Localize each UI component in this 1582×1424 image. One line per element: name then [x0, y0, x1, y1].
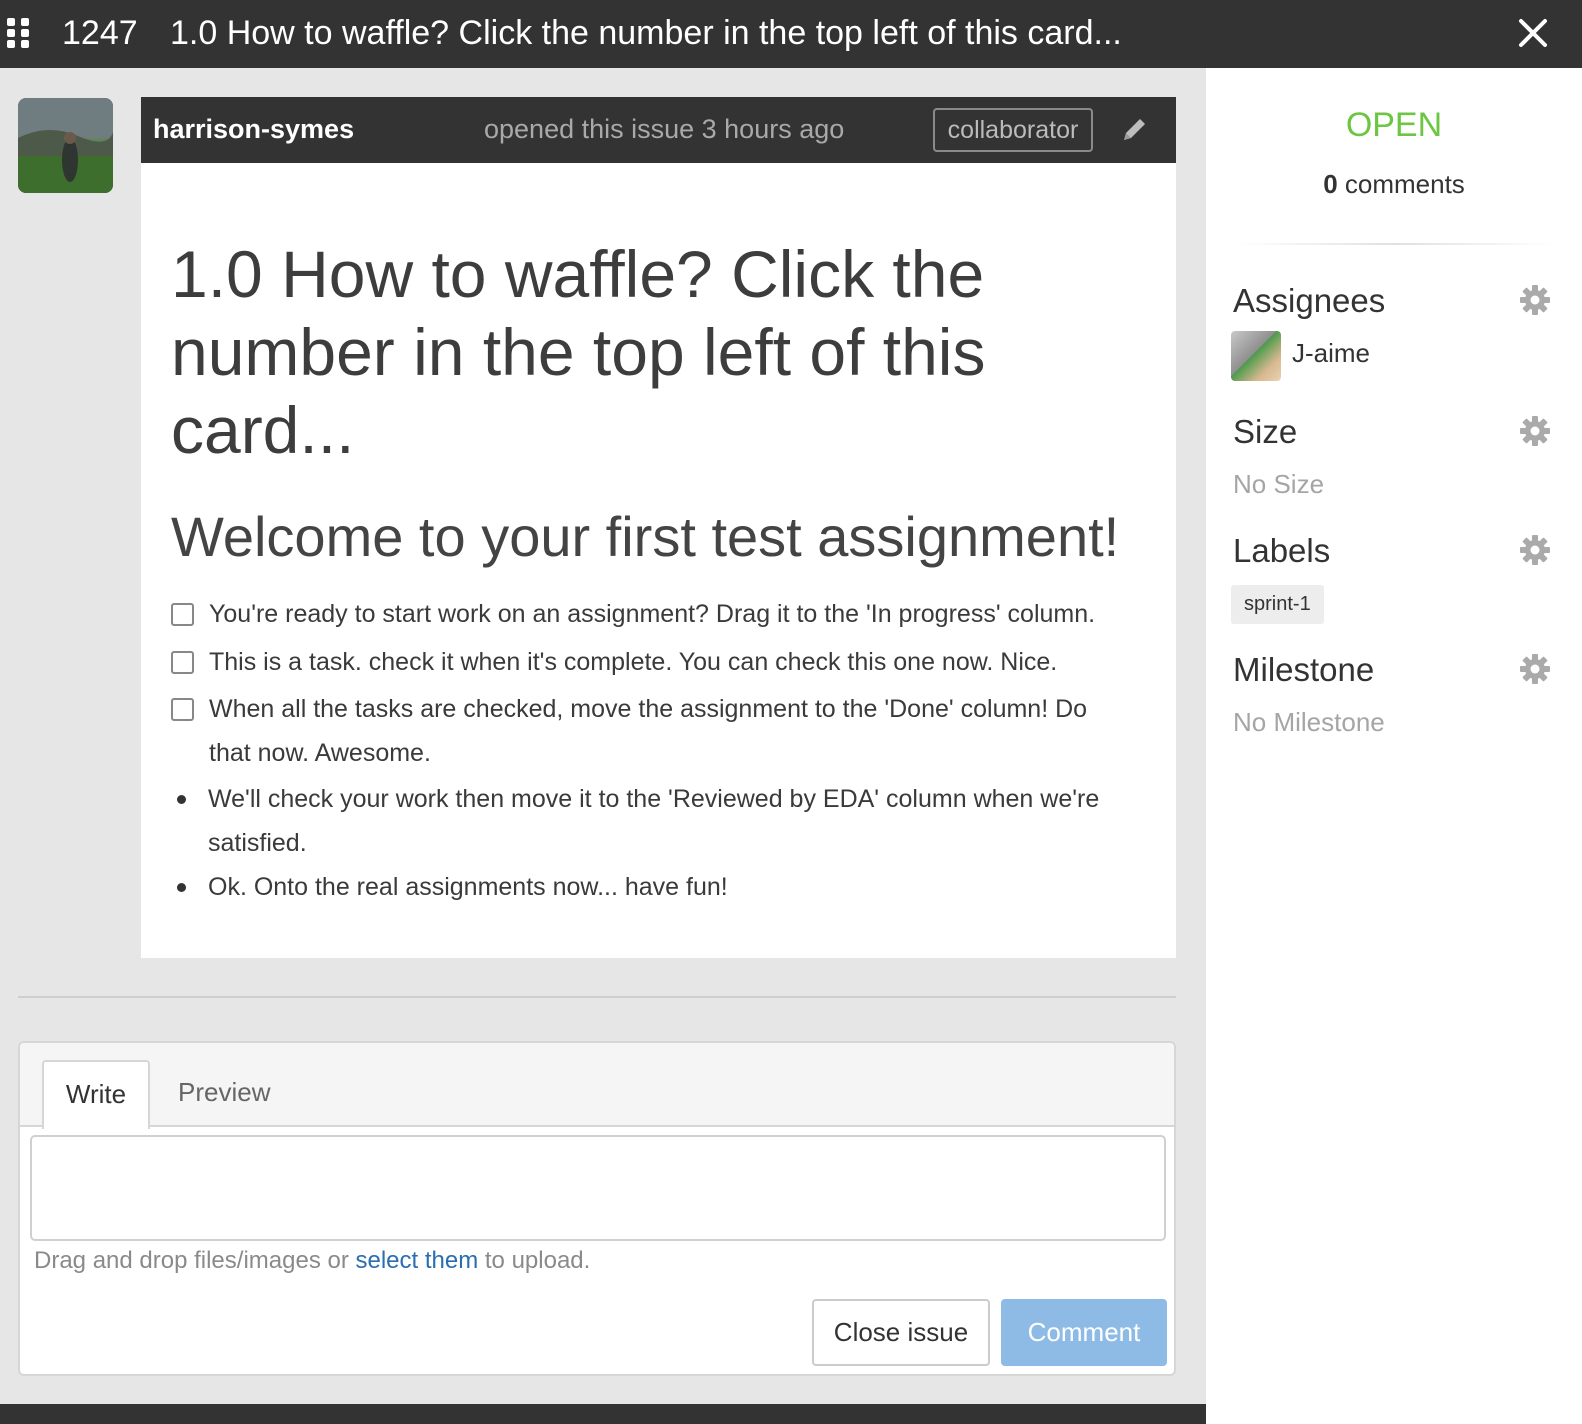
upload-hint: Drag and drop files/images or select the…	[34, 1245, 590, 1277]
assignee-name[interactable]: J-aime	[1292, 336, 1370, 370]
comment-button[interactable]: Comment	[1001, 1299, 1167, 1366]
divider	[18, 996, 1176, 998]
issue-sidebar: OPEN 0 comments Assignees J-aime Size No…	[1206, 68, 1582, 1424]
select-files-link[interactable]: select them	[356, 1247, 479, 1274]
close-icon[interactable]	[1514, 14, 1552, 52]
labels-title: Labels	[1233, 532, 1331, 569]
task-checkbox[interactable]	[171, 603, 194, 626]
task-text: You're ready to start work on an assignm…	[209, 600, 1096, 628]
opened-timestamp: opened this issue 3 hours ago	[484, 114, 845, 144]
avatar[interactable]	[1231, 331, 1281, 381]
author-name[interactable]: harrison-symes	[153, 112, 354, 146]
issue-card-body: 1.0 How to waffle? Click the number in t…	[141, 163, 1176, 958]
tab-preview[interactable]: Preview	[178, 1060, 270, 1126]
modal-titlebar: 1247 1.0 How to waffle? Click the number…	[0, 0, 1582, 68]
tab-write[interactable]: Write	[42, 1060, 150, 1129]
task-text: This is a task. check it when it's compl…	[209, 648, 1058, 676]
issue-state: OPEN	[1345, 106, 1443, 144]
divider	[1236, 243, 1556, 245]
comment-count: 0 comments	[1206, 168, 1582, 200]
close-issue-button[interactable]: Close issue	[812, 1299, 990, 1366]
label-chip[interactable]: sprint-1	[1231, 585, 1324, 624]
comment-form: Write Preview Drag and drop files/images…	[18, 1041, 1176, 1376]
comment-count-number: 0	[1323, 169, 1338, 199]
size-title: Size	[1233, 413, 1298, 450]
list-item: Ok. Onto the real assignments now... hav…	[208, 873, 728, 901]
issue-body-heading: 1.0 How to waffle? Click the number in t…	[171, 237, 986, 467]
task-text: When all the tasks are checked, move the…	[209, 695, 1088, 767]
issue-title: 1.0 How to waffle? Click the number in t…	[170, 14, 1122, 52]
gear-icon[interactable]	[1518, 414, 1552, 448]
bullet-marker	[177, 883, 186, 892]
assignees-title: Assignees	[1233, 282, 1386, 319]
list-item: We'll check your work then move it to th…	[208, 785, 1100, 857]
gear-icon[interactable]	[1518, 533, 1552, 567]
comment-count-label: comments	[1344, 169, 1465, 199]
comment-tabbar: Write Preview	[20, 1043, 1174, 1129]
milestone-value: No Milestone	[1233, 707, 1385, 737]
gear-icon[interactable]	[1518, 283, 1552, 317]
upload-hint-text: to upload.	[478, 1247, 591, 1274]
milestone-title: Milestone	[1233, 651, 1375, 688]
upload-hint-text: Drag and drop files/images or	[34, 1247, 356, 1274]
author-avatar[interactable]	[18, 98, 113, 193]
comment-textarea[interactable]	[30, 1135, 1166, 1241]
task-checkbox[interactable]	[171, 698, 194, 721]
issue-subheading: Welcome to your first test assignment!	[171, 505, 1120, 568]
issue-number[interactable]: 1247	[62, 13, 138, 53]
grip-icon[interactable]	[7, 18, 33, 48]
bullet-marker	[177, 795, 186, 804]
size-value: No Size	[1233, 469, 1325, 499]
role-badge: collaborator	[933, 108, 1093, 152]
issue-card-header: harrison-symes opened this issue 3 hours…	[141, 97, 1176, 163]
bottom-strip	[0, 1404, 1206, 1424]
gear-icon[interactable]	[1518, 652, 1552, 686]
pencil-icon[interactable]	[1119, 113, 1151, 145]
task-checkbox[interactable]	[171, 651, 194, 674]
